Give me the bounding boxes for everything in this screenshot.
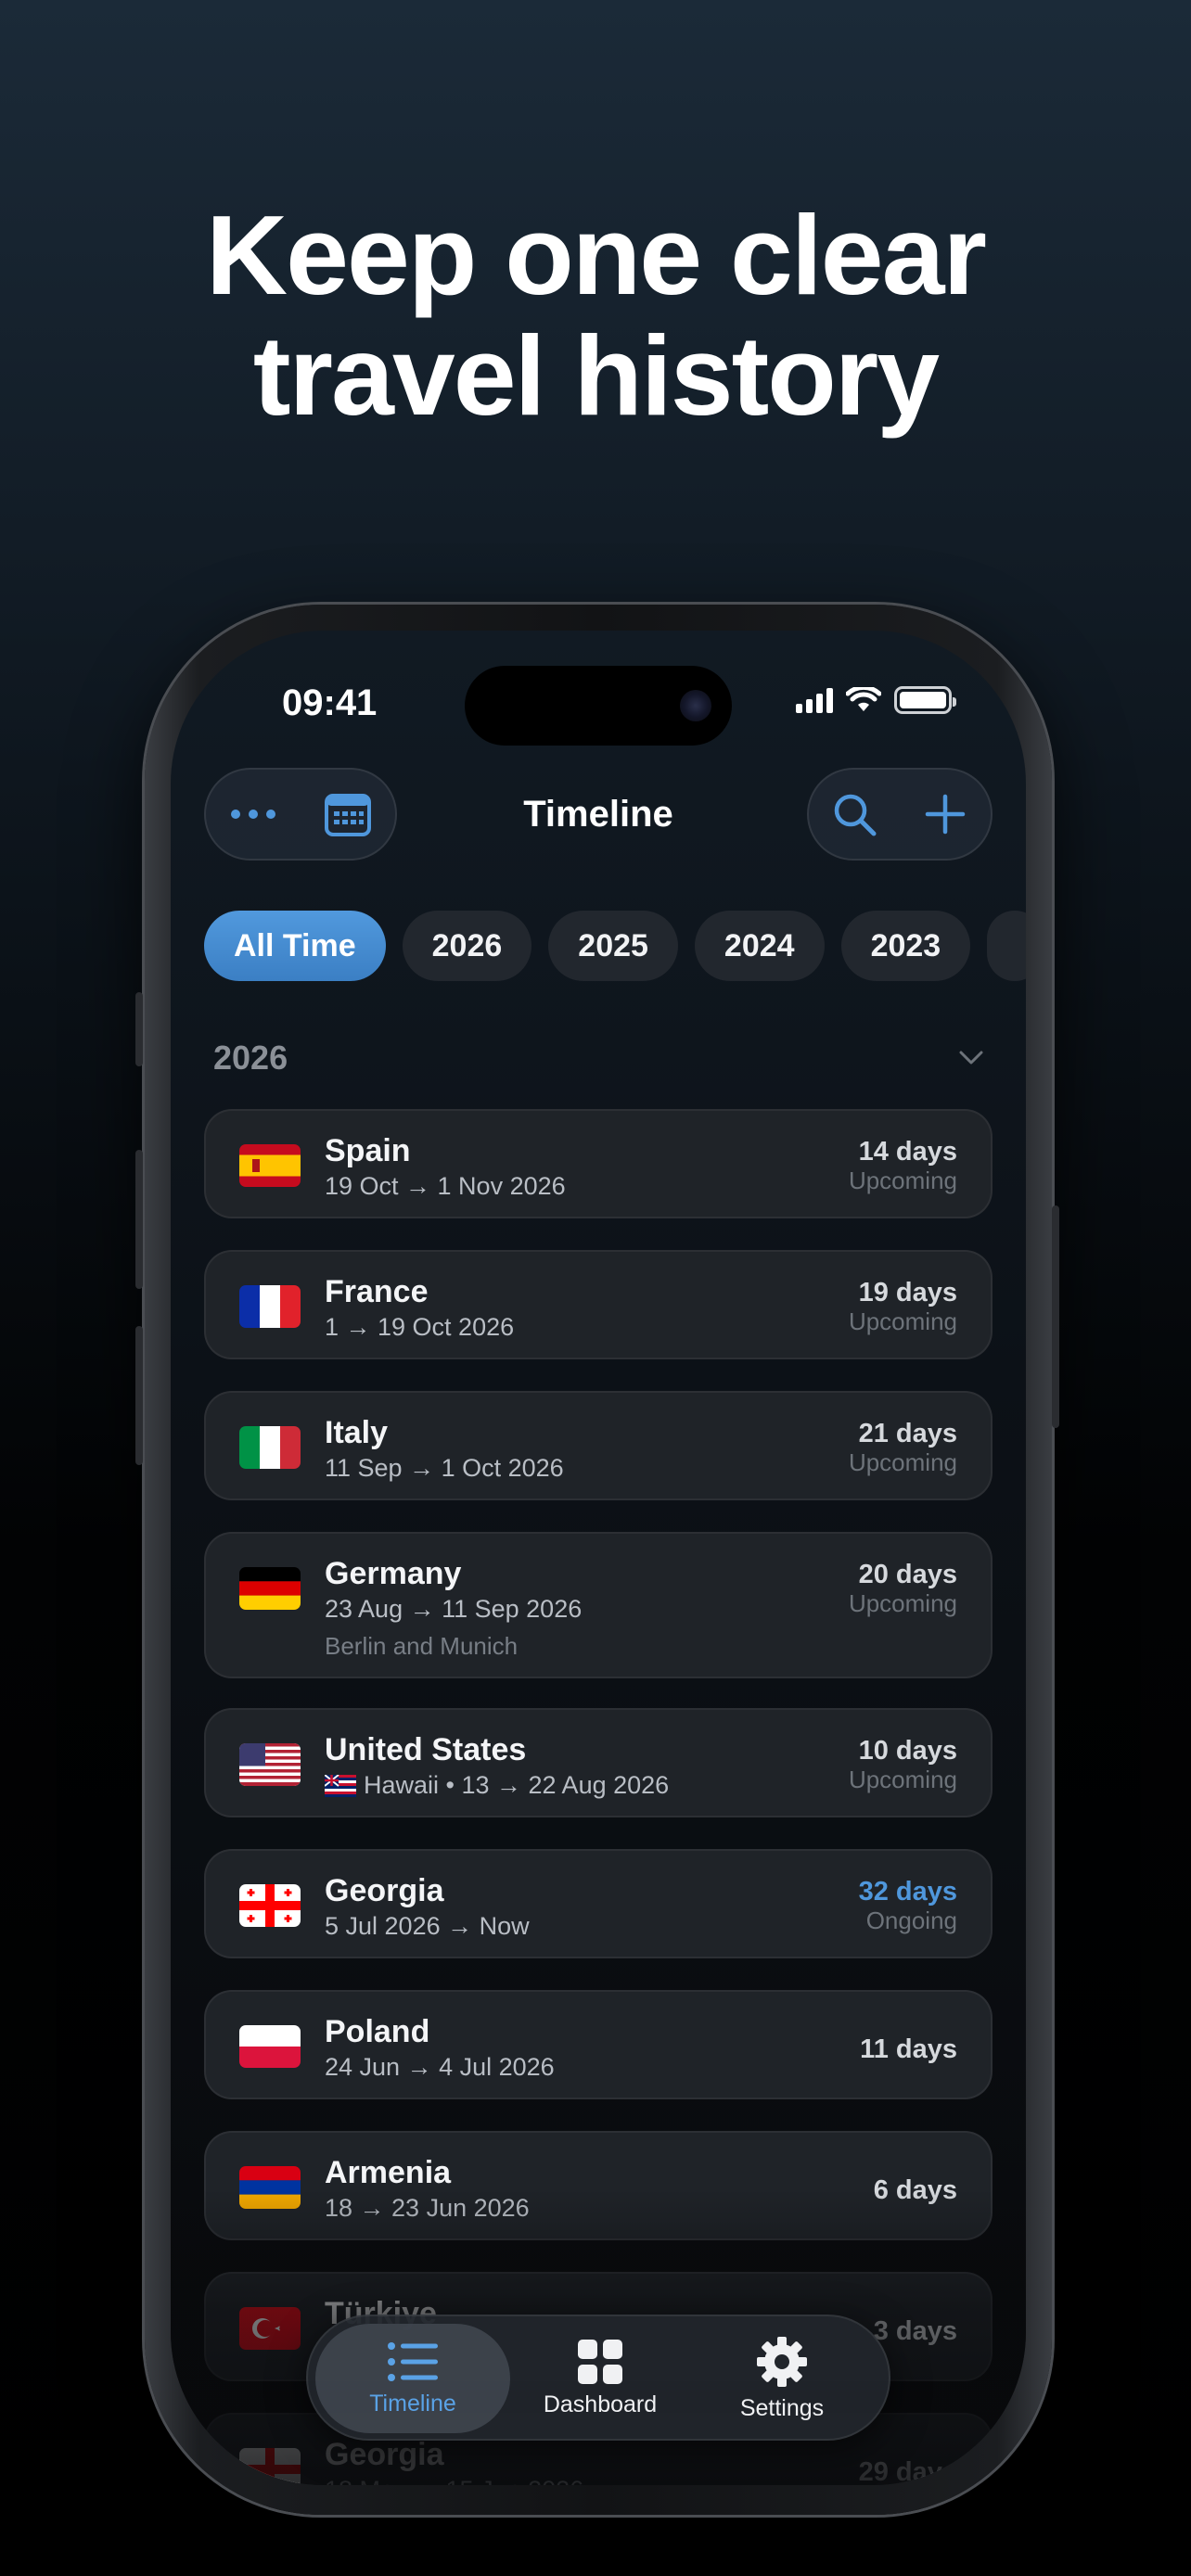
phone-volume-down [135, 1326, 143, 1465]
trip-duration: 11 days [860, 2034, 957, 2064]
status-time: 09:41 [282, 682, 378, 723]
section-header[interactable]: 2026 [213, 1039, 983, 1078]
tab-label: Timeline [369, 2390, 456, 2417]
chevron-down-icon [959, 1051, 983, 1065]
trip-duration: 10 days [858, 1736, 957, 1766]
trip-card[interactable]: Georgia 5 Jul 2026 → Now 32 days Ongoing [204, 1849, 992, 1958]
turkiye-flag-icon [239, 2307, 301, 2350]
filter-chip-2026[interactable]: 2026 [402, 911, 532, 981]
italy-flag-icon [239, 1426, 301, 1469]
headline-line-2: travel history [252, 312, 940, 439]
georgia-flag-icon [239, 2448, 301, 2485]
trip-card[interactable]: France 1 → 19 Oct 2026 19 days Upcoming [204, 1250, 992, 1359]
trip-duration: 14 days [858, 1137, 957, 1167]
trip-dates: 5 Jul 2026 → Now [325, 1912, 530, 1940]
trip-dates: 23 Aug → 11 Sep 2026 [325, 1595, 583, 1623]
trip-dates: 11 Sep → 1 Oct 2026 [325, 1454, 564, 1482]
search-button[interactable] [822, 782, 887, 847]
filter-chip-more[interactable] [987, 911, 1026, 981]
filter-chip-all-time[interactable]: All Time [204, 911, 386, 981]
poland-flag-icon [239, 2025, 301, 2068]
nav-right-group [807, 768, 992, 861]
trip-card[interactable]: Poland 24 Jun → 4 Jul 2026 11 days [204, 1990, 992, 2099]
filter-chip-2024[interactable]: 2024 [694, 911, 825, 981]
plus-icon [925, 794, 966, 835]
tab-settings[interactable]: Settings [694, 2324, 870, 2433]
trip-dates: 19 Oct → 1 Nov 2026 [325, 1172, 566, 1200]
armenia-flag-icon [239, 2166, 301, 2209]
phone-action-button [135, 992, 143, 1066]
filter-chip-2025[interactable]: 2025 [548, 911, 678, 981]
trip-status: Upcoming [848, 1167, 957, 1194]
trip-country: Georgia [325, 2437, 444, 2472]
trip-duration: 3 days [873, 2316, 957, 2346]
tab-timeline[interactable]: Timeline [315, 2324, 510, 2433]
trip-country: Poland [325, 2014, 430, 2049]
usa-flag-icon [239, 1743, 301, 1786]
battery-icon [894, 686, 956, 714]
trip-dates: 1 → 19 Oct 2026 [325, 1313, 515, 1341]
trip-dates-row: Hawaii • 13 → 22 Aug 2026 [325, 1771, 669, 1800]
trip-dates: Hawaii • 13 → 22 Aug 2026 [364, 1771, 670, 1799]
dynamic-island [465, 666, 732, 746]
trip-status: Upcoming [848, 1307, 957, 1335]
grid-icon [578, 2339, 622, 2384]
camera-icon [680, 690, 711, 721]
filter-chip-2023[interactable]: 2023 [840, 911, 971, 981]
tab-label: Dashboard [543, 2391, 658, 2417]
hawaii-flag-icon [325, 1774, 356, 1797]
app-screen: 09:41 Timeline All Time 2026 2025 2024 2… [171, 631, 1026, 2485]
headline-line-1: Keep one clear [206, 192, 987, 318]
trip-card[interactable]: Armenia 18 → 23 Jun 2026 6 days [204, 2131, 992, 2240]
year-filter-bar: All Time 2026 2025 2024 2023 [204, 911, 1026, 981]
wifi-icon [846, 687, 881, 711]
trip-country: Germany [325, 1556, 462, 1591]
trip-card[interactable]: Germany 23 Aug → 11 Sep 2026 Berlin and … [204, 1532, 992, 1678]
cellular-signal-icon [796, 687, 833, 713]
trip-card[interactable]: United States Hawaii • 13 → 22 Aug 2026 … [204, 1708, 992, 1817]
headline: Keep one clear travel history [0, 195, 1191, 436]
phone-power-button [1052, 1205, 1059, 1428]
trip-dates: 18 May → 15 Jun 2026 [325, 2476, 583, 2485]
trip-status: Upcoming [848, 1766, 957, 1793]
tab-bar: Timeline Dashboard Settings [306, 2315, 890, 2441]
phone-volume-up [135, 1150, 143, 1289]
germany-flag-icon [239, 1567, 301, 1610]
trip-duration: 29 days [858, 2457, 957, 2485]
add-trip-button[interactable] [913, 782, 978, 847]
status-icons [796, 686, 956, 714]
section-title: 2026 [213, 1039, 288, 1077]
trip-country: Spain [325, 1133, 411, 1168]
list-icon [388, 2341, 438, 2381]
trip-country: Armenia [325, 2155, 452, 2190]
trip-dates: 24 Jun → 4 Jul 2026 [325, 2053, 555, 2081]
tab-dashboard[interactable]: Dashboard [512, 2324, 688, 2433]
gear-icon [757, 2336, 807, 2387]
trip-dates: 18 → 23 Jun 2026 [325, 2194, 530, 2222]
trip-card[interactable]: Italy 11 Sep → 1 Oct 2026 21 days Upcomi… [204, 1391, 992, 1500]
trip-duration: 6 days [873, 2175, 957, 2205]
tab-label: Settings [739, 2394, 825, 2421]
trip-status: Upcoming [848, 1448, 957, 1476]
trip-status: Ongoing [865, 1906, 957, 1934]
search-icon [834, 794, 877, 836]
trip-duration: 21 days [858, 1419, 957, 1448]
trip-status: Upcoming [848, 1589, 957, 1617]
trip-duration: 20 days [858, 1560, 957, 1589]
france-flag-icon [239, 1285, 301, 1328]
trip-country: United States [325, 1732, 527, 1767]
georgia-flag-icon [239, 1884, 301, 1927]
trip-country: Georgia [325, 1873, 444, 1908]
spain-flag-icon [239, 1144, 301, 1187]
trip-country: Italy [325, 1415, 389, 1450]
trip-duration: 32 days [858, 1877, 957, 1906]
trip-duration: 19 days [858, 1278, 957, 1307]
trip-note: Berlin and Munich [325, 1632, 519, 1660]
trip-card[interactable]: Spain 19 Oct → 1 Nov 2026 14 days Upcomi… [204, 1109, 992, 1218]
trip-country: France [325, 1274, 429, 1309]
